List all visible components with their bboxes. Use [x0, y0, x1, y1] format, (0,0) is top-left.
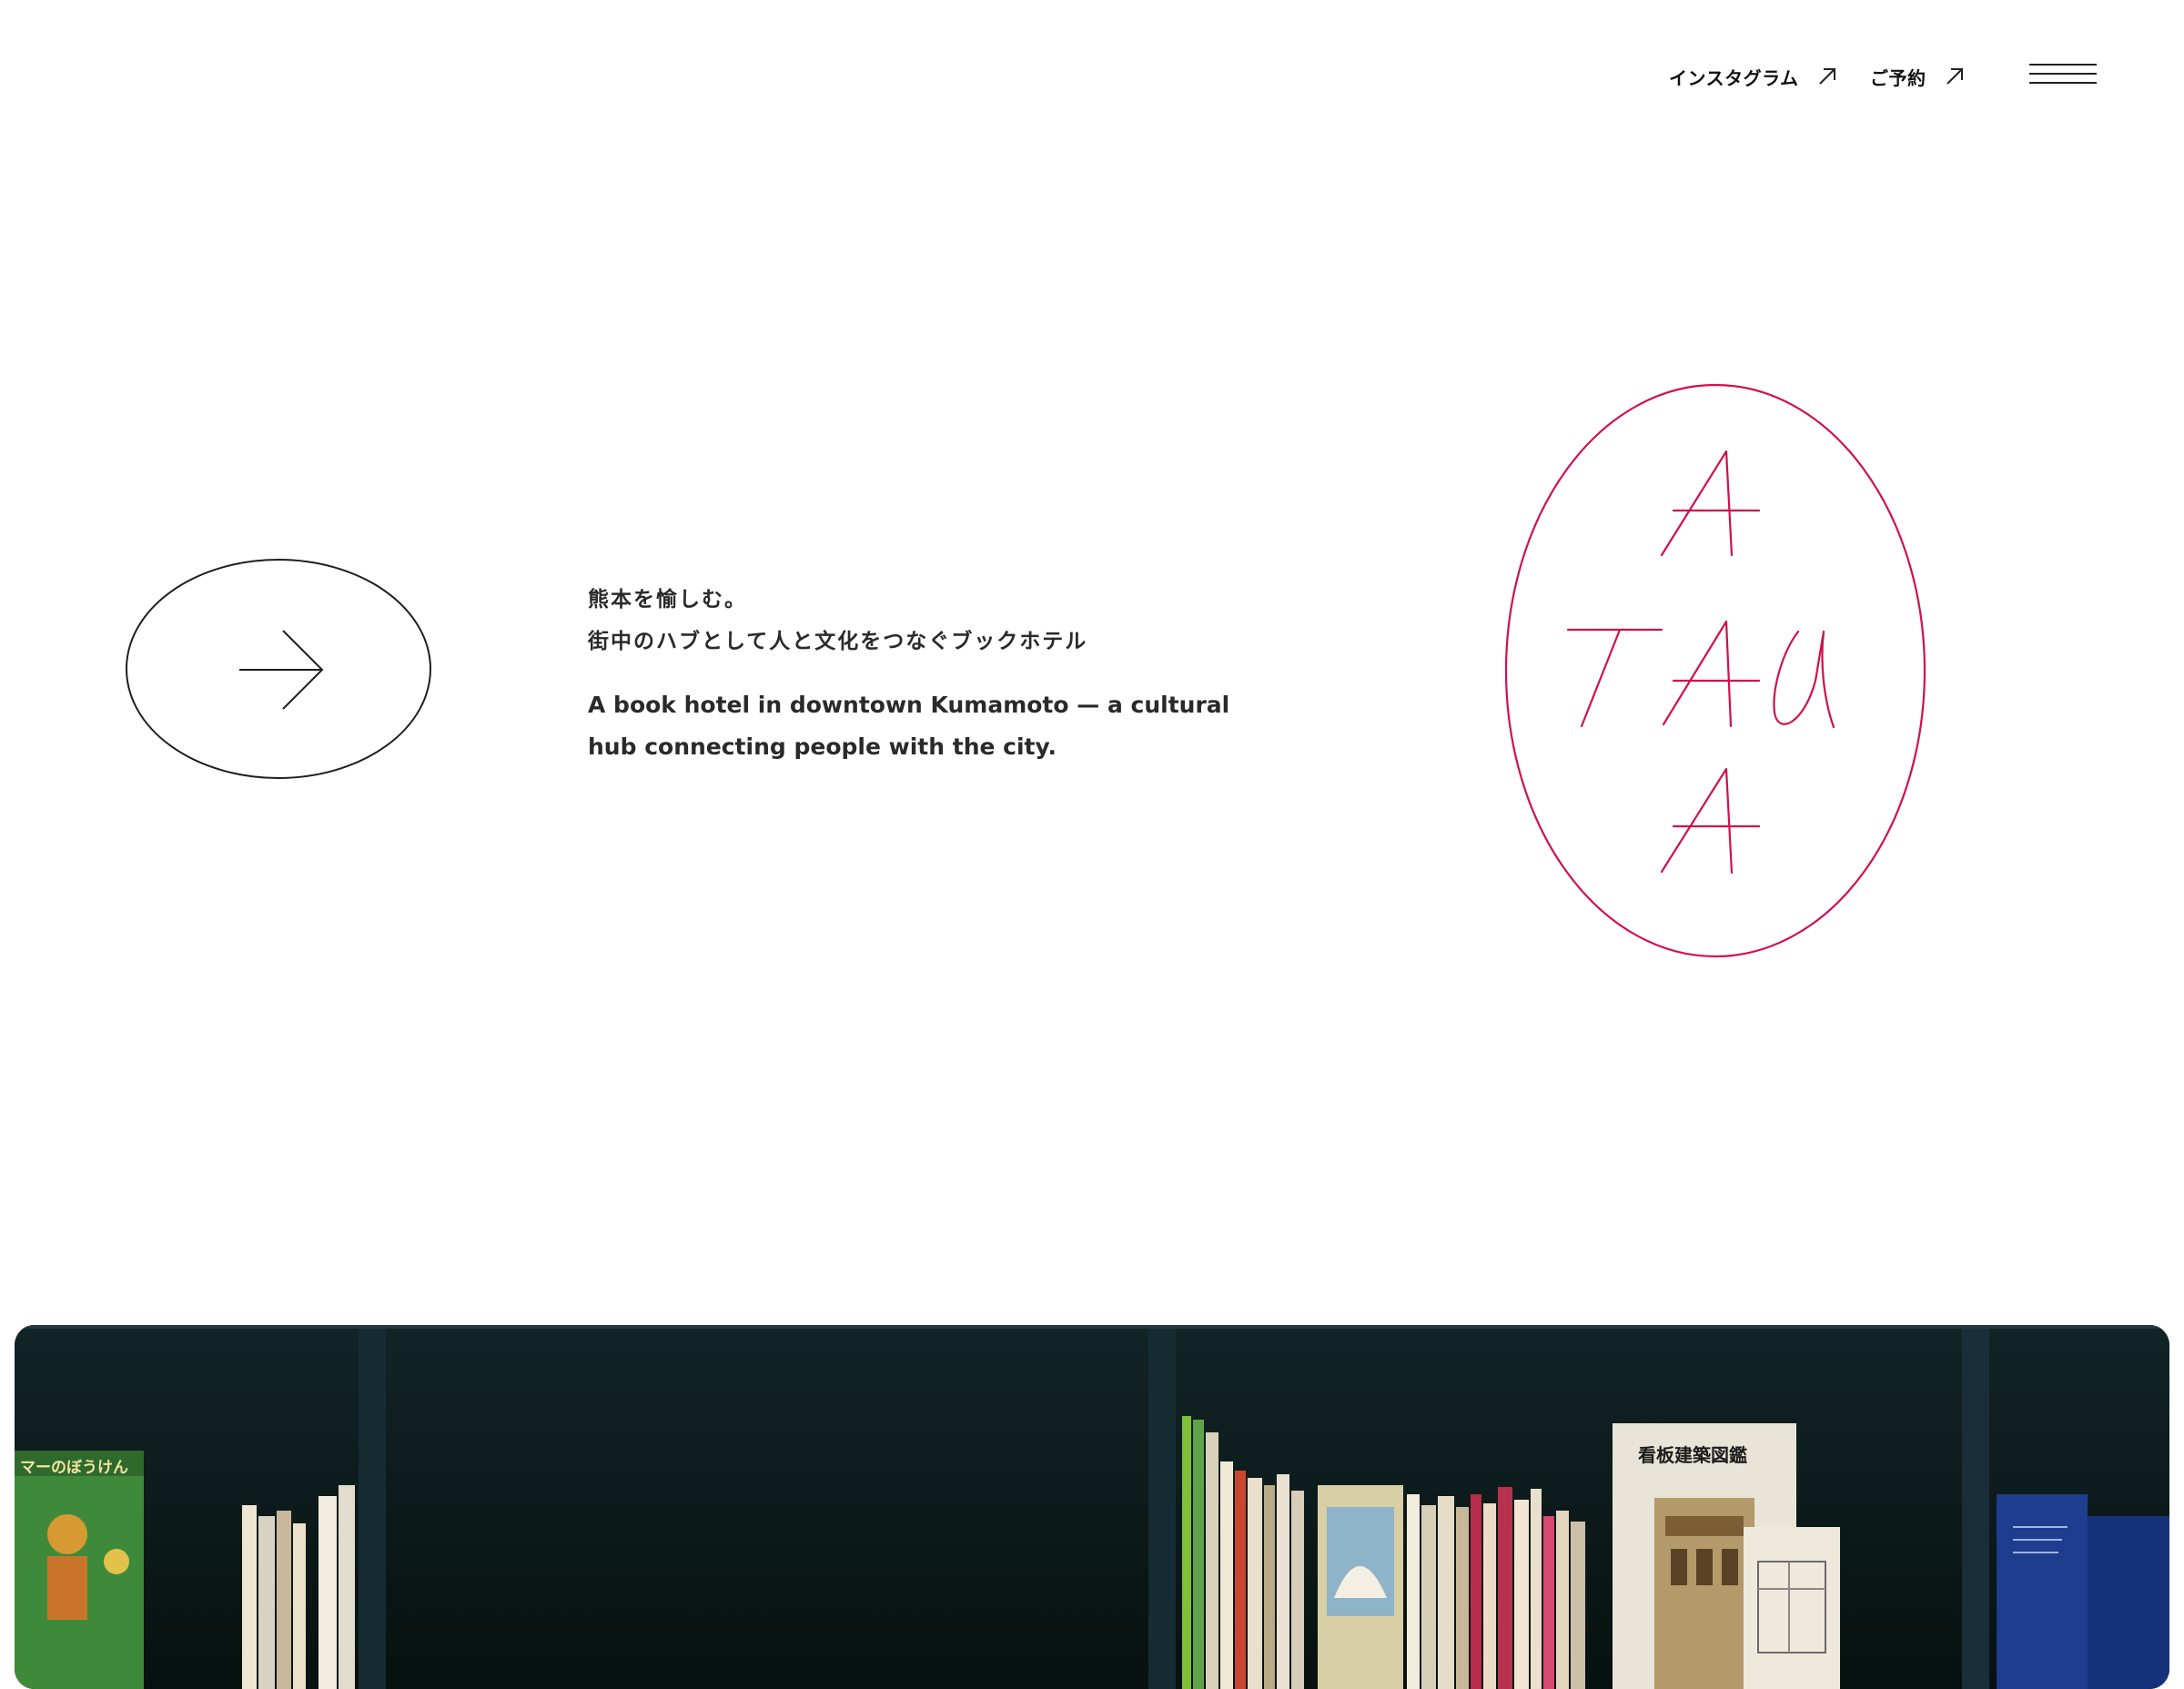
hero-tagline: 熊本を愉しむ。 街中のハブとして人と文化をつなぐブックホテル A book ho… [588, 579, 1279, 768]
arrow-up-right-icon [1818, 68, 1835, 85]
book-cover-blue [1997, 1494, 2169, 1689]
arrow-right-icon [126, 559, 431, 779]
book-title-label: マーのぼうけん [20, 1459, 128, 1477]
hamburger-bar [2029, 82, 2097, 84]
bookshelf-image: マーのぼうけん 看板建築図鑑 [15, 1325, 2169, 1689]
tagline-japanese: 熊本を愉しむ。 街中のハブとして人と文化をつなぐブックホテル [588, 579, 1279, 662]
logo-letter-u [1773, 630, 1835, 729]
reservation-link-label: ご予約 [1870, 66, 1926, 89]
logo-letter-a-bottom [1660, 767, 1761, 875]
tagline-jp-line-2: 街中のハブとして人と文化をつなぐブックホテル [588, 630, 1088, 653]
instagram-link-label: インスタグラム [1669, 66, 1799, 89]
tagline-english: A book hotel in downtown Kumamoto — a cu… [588, 684, 1279, 768]
instagram-link[interactable]: インスタグラム [1669, 58, 1837, 95]
logo-letter-t [1566, 628, 1663, 728]
logo-letter-a-top [1660, 450, 1761, 557]
book-title-label: 看板建築図鑑 [1638, 1444, 1747, 1466]
book-cover-travel [1318, 1485, 1403, 1689]
brand-logo [1502, 380, 1929, 961]
logo-letter-a-middle [1662, 620, 1761, 728]
book-cover-map [1744, 1527, 1840, 1689]
book-spines-middle [1407, 1487, 1585, 1689]
atau-logo-icon [1504, 383, 1926, 958]
tagline-en-line-2: hub connecting people with the city. [588, 733, 1057, 760]
book-picture-book: マーのぼうけん [15, 1451, 144, 1689]
hamburger-menu-icon [2029, 64, 2097, 66]
bookshelf-photo: マーのぼうけん 看板建築図鑑 [15, 1325, 2169, 1689]
hamburger-bar [2029, 73, 2097, 75]
tagline-en-line-1: A book hotel in downtown Kumamoto — a cu… [588, 692, 1230, 718]
hamburger-menu-button[interactable] [2029, 62, 2098, 87]
tagline-jp-line-1: 熊本を愉しむ。 [588, 588, 747, 612]
header-nav: インスタグラム ご予約 [0, 0, 2184, 155]
reservation-link[interactable]: ご予約 [1870, 58, 1965, 95]
arrow-up-right-icon [1946, 68, 1963, 85]
hero-arrow-button[interactable] [124, 557, 433, 781]
